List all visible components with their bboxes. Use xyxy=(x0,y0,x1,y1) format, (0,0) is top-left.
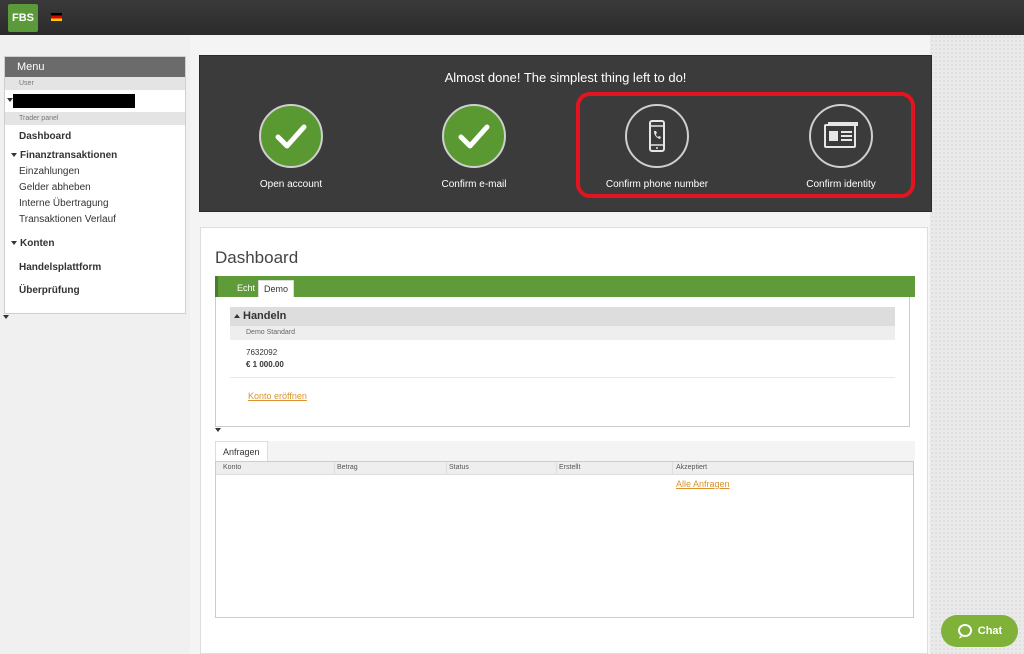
right-column xyxy=(930,35,1024,654)
column-header-konto: Konto xyxy=(223,464,242,471)
sidebar-group-label: Finanztransaktionen xyxy=(20,150,118,161)
column-header-erstellt: Erstellt xyxy=(559,464,581,471)
menu-header: Menu xyxy=(5,57,185,77)
page-title: Dashboard xyxy=(215,248,299,267)
all-requests-link[interactable]: Alle Anfragen xyxy=(676,479,730,489)
chevron-up-icon xyxy=(234,314,240,319)
sidebar-group-accounts[interactable]: Konten xyxy=(5,236,185,252)
redacted-username xyxy=(13,94,135,108)
sidebar-item-transaction-history[interactable]: Transaktionen Verlauf xyxy=(5,212,185,228)
sidebar-group-finance[interactable]: Finanztransaktionen xyxy=(5,148,185,164)
pending-steps-highlight xyxy=(576,92,915,198)
sidebar-menu: Menu User Trader panel Dashboard Finanzt… xyxy=(4,56,186,314)
divider xyxy=(230,377,895,378)
fbs-logo[interactable]: FBS xyxy=(8,4,38,32)
verification-banner: Almost done! The simplest thing left to … xyxy=(199,55,932,212)
chevron-down-icon xyxy=(11,153,17,158)
open-account-link[interactable]: Konto eröffnen xyxy=(248,391,307,401)
german-flag-icon[interactable] xyxy=(51,13,62,21)
section-handeln[interactable]: Handeln xyxy=(230,307,895,326)
chat-label: Chat xyxy=(977,625,1003,637)
sidebar-item-platform[interactable]: Handelsplattform xyxy=(5,256,185,279)
check-icon xyxy=(442,104,506,168)
account-number[interactable]: 7632092 xyxy=(246,348,277,357)
column-separator xyxy=(556,462,557,475)
check-icon xyxy=(259,104,323,168)
column-separator xyxy=(446,462,447,475)
user-name[interactable] xyxy=(5,90,185,112)
requests-tabs: Anfragen xyxy=(215,441,915,461)
panel-caret-icon[interactable] xyxy=(215,428,221,432)
sidebar-item-verification[interactable]: Überprüfung xyxy=(5,279,185,302)
column-separator xyxy=(334,462,335,475)
account-type-tabs: Echt Demo xyxy=(215,276,915,297)
tab-demo[interactable]: Demo xyxy=(258,280,295,297)
sidebar-item-withdraw[interactable]: Gelder abheben xyxy=(5,180,185,196)
user-section-label: User xyxy=(5,77,185,90)
step-confirm-email: Confirm e-mail xyxy=(404,104,544,190)
section-title: Handeln xyxy=(243,310,287,322)
chat-button[interactable]: Chat xyxy=(941,615,1018,647)
step-open-account: Open account xyxy=(221,104,361,190)
account-balance: € 1 000.00 xyxy=(246,360,284,369)
tab-anfragen[interactable]: Anfragen xyxy=(215,441,268,461)
trader-section-label: Trader panel xyxy=(5,112,185,125)
table-header: Konto Betrag Status Erstellt Akzeptiert xyxy=(216,462,913,475)
demo-tab-panel: Handeln Demo Standard 7632092 € 1 000.00… xyxy=(215,297,910,427)
tab-echt[interactable]: Echt xyxy=(232,280,260,297)
chevron-down-icon xyxy=(11,241,17,246)
step-label: Confirm e-mail xyxy=(441,179,507,190)
top-bar: FBS xyxy=(0,0,1024,35)
column-separator xyxy=(672,462,673,475)
sidebar-item-internal-transfer[interactable]: Interne Übertragung xyxy=(5,196,185,212)
sidebar-item-dashboard[interactable]: Dashboard xyxy=(5,125,185,148)
chat-bubble-icon xyxy=(957,624,972,639)
requests-table: Konto Betrag Status Erstellt Akzeptiert … xyxy=(215,461,914,618)
account-type-label: Demo Standard xyxy=(230,326,895,340)
column-header-akzeptiert: Akzeptiert xyxy=(676,464,708,471)
column-header-status: Status xyxy=(449,464,469,471)
sidebar-group-label: Konten xyxy=(20,238,55,249)
dashboard-card: Dashboard Echt Demo Handeln Demo Standar… xyxy=(200,227,928,654)
sidebar-item-deposits[interactable]: Einzahlungen xyxy=(5,164,185,180)
step-label: Open account xyxy=(259,179,323,190)
column-header-betrag: Betrag xyxy=(337,464,358,471)
menu-collapse-caret-icon[interactable] xyxy=(3,315,9,319)
banner-title: Almost done! The simplest thing left to … xyxy=(444,70,687,85)
